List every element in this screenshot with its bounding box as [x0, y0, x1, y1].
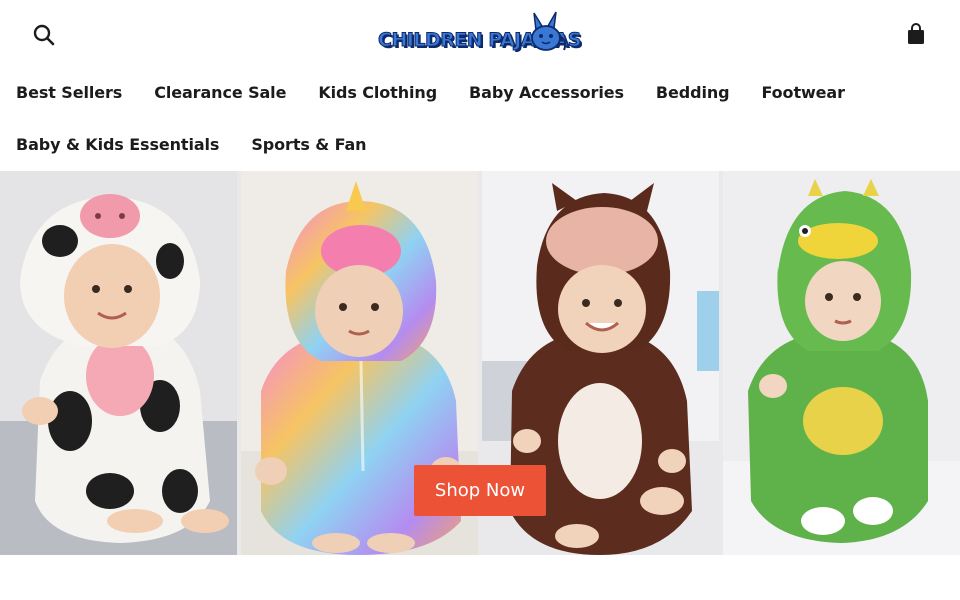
nav-item-baby-accessories[interactable]: Baby Accessories: [469, 83, 624, 102]
hero-photo-dinosaur-onesie: [723, 171, 960, 555]
nav-item-sports-fan[interactable]: Sports & Fan: [251, 135, 366, 154]
site-logo[interactable]: CHILDREN PAJAMAS: [376, 10, 582, 58]
site-header: CHILDREN PAJAMAS: [0, 0, 960, 66]
search-button[interactable]: [30, 21, 58, 49]
shop-now-button[interactable]: Shop Now: [414, 465, 546, 516]
nav-item-best-sellers[interactable]: Best Sellers: [16, 83, 122, 102]
hero-photo-cow-onesie: [0, 171, 237, 555]
content-below-hero: [0, 555, 960, 600]
shopping-bag-icon: [908, 23, 924, 44]
main-navigation: Best Sellers Clearance Sale Kids Clothin…: [0, 66, 960, 170]
nav-row-secondary: Baby & Kids Essentials Sports & Fan: [16, 118, 398, 170]
search-icon: [33, 24, 55, 46]
nav-item-bedding[interactable]: Bedding: [656, 83, 730, 102]
nav-item-clearance-sale[interactable]: Clearance Sale: [154, 83, 286, 102]
nav-item-baby-kids-essentials[interactable]: Baby & Kids Essentials: [16, 135, 219, 154]
bunny-mascot-icon: [531, 11, 567, 51]
nav-item-kids-clothing[interactable]: Kids Clothing: [318, 83, 437, 102]
nav-item-footwear[interactable]: Footwear: [761, 83, 845, 102]
cart-button[interactable]: [902, 20, 930, 48]
nav-row-primary: Best Sellers Clearance Sale Kids Clothin…: [16, 66, 877, 118]
